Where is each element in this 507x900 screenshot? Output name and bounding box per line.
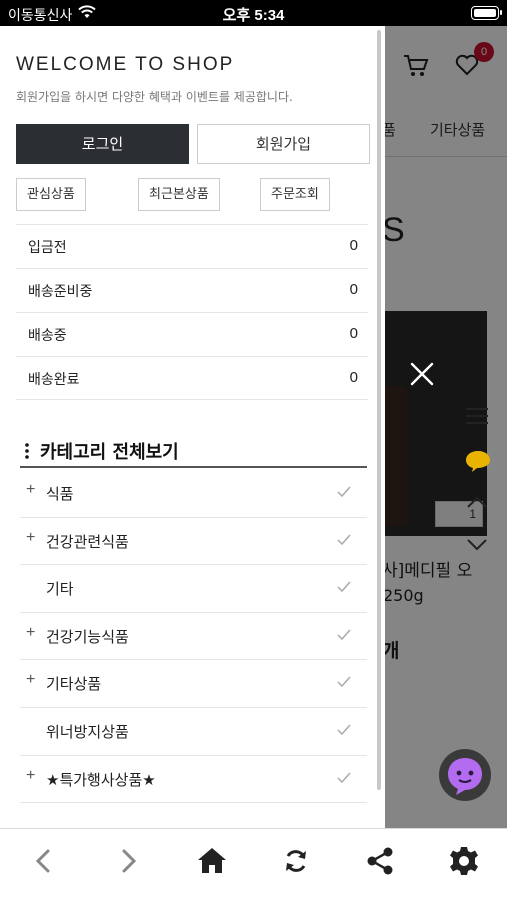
refresh-icon[interactable] — [280, 845, 312, 877]
order-status-count: 0 — [349, 325, 358, 342]
category-item[interactable]: + 건강기능식품 — [20, 613, 367, 661]
vertical-dots-icon — [25, 443, 29, 459]
order-status-label: 입금전 — [28, 240, 67, 256]
order-status-label: 배송완료 — [28, 372, 80, 388]
settings-icon[interactable] — [448, 845, 480, 877]
order-status-row[interactable]: 배송중 0 — [16, 312, 368, 356]
category-name: 위너방지상품 — [46, 722, 129, 741]
order-status-row[interactable]: 배송완료 0 — [16, 356, 368, 400]
order-status-row[interactable]: 배송준비중 0 — [16, 268, 368, 312]
close-icon[interactable] — [408, 360, 436, 388]
order-status-label: 배송준비중 — [28, 284, 93, 300]
wishlist-button[interactable]: 관심상품 — [16, 178, 86, 211]
check-icon — [337, 486, 351, 498]
chat-bot-icon — [448, 758, 482, 795]
order-status-count: 0 — [349, 237, 358, 254]
category-item[interactable]: + 식품 — [20, 470, 367, 518]
category-item[interactable]: 위너방지상품 — [20, 708, 367, 756]
category-header-label: 카테고리 전체보기 — [40, 442, 179, 463]
order-status-row[interactable]: 입금전 0 — [16, 224, 368, 268]
drawer-subtitle: 회원가입을 하시면 다양한 혜택과 이벤트를 제공합니다. — [16, 90, 293, 104]
order-status-count: 0 — [349, 281, 358, 298]
order-lookup-button[interactable]: 주문조회 — [260, 178, 330, 211]
check-icon — [337, 534, 351, 545]
check-icon — [337, 772, 351, 783]
category-item[interactable]: + ★특가행사상품★ — [20, 756, 367, 804]
expand-icon[interactable]: + — [26, 481, 35, 499]
expand-icon[interactable]: + — [26, 624, 35, 642]
category-item[interactable]: + 기타상품 — [20, 660, 367, 708]
category-name: ★특가행사상품★ — [46, 770, 156, 789]
recent-products-button[interactable]: 최근본상품 — [138, 178, 220, 211]
clock: 오후 5:34 — [222, 7, 285, 24]
bottom-toolbar — [0, 828, 507, 900]
check-icon — [337, 581, 351, 593]
category-list: + 식품 + 건강관련식품 기타 + 건강기능식품 + 기타상품 위너방지상품 — [20, 470, 367, 804]
expand-icon[interactable]: + — [26, 671, 35, 689]
scroll-up-icon[interactable] — [466, 495, 488, 509]
check-icon — [337, 676, 351, 688]
side-drawer: WELCOME TO SHOP 회원가입을 하시면 다양한 혜택과 이벤트를 제… — [0, 26, 385, 828]
category-item[interactable]: 기타 — [20, 565, 367, 613]
check-icon — [337, 724, 351, 736]
menu-icon[interactable] — [466, 407, 488, 425]
order-status-list: 입금전 0 배송준비중 0 배송중 0 배송완료 0 — [16, 224, 368, 400]
expand-icon[interactable]: + — [26, 767, 35, 785]
battery-icon — [471, 6, 502, 20]
expand-icon[interactable]: + — [26, 529, 35, 547]
category-name: 기타상품 — [46, 675, 102, 694]
category-name: 건강관련식품 — [46, 532, 129, 551]
category-header: 카테고리 전체보기 — [20, 436, 367, 468]
order-status-label: 배송중 — [28, 328, 67, 344]
scrollbar[interactable] — [377, 30, 381, 790]
category-name: 건강기능식품 — [46, 627, 129, 646]
forward-icon[interactable] — [112, 845, 144, 877]
drawer-title: WELCOME TO SHOP — [16, 54, 235, 75]
status-bar: 이동통신사 오후 5:34 — [0, 0, 507, 26]
category-name: 기타 — [46, 580, 74, 599]
login-button[interactable]: 로그인 — [16, 124, 189, 164]
back-icon[interactable] — [28, 845, 60, 877]
share-icon[interactable] — [364, 845, 396, 877]
dim-overlay[interactable] — [385, 26, 507, 828]
order-status-count: 0 — [349, 369, 358, 386]
home-icon[interactable] — [196, 845, 228, 877]
category-item[interactable]: + 건강관련식품 — [20, 518, 367, 566]
join-button[interactable]: 회원가입 — [197, 124, 370, 164]
talk-icon[interactable] — [466, 450, 490, 472]
check-icon — [337, 629, 351, 640]
scroll-down-icon[interactable] — [466, 538, 488, 552]
chat-button[interactable] — [439, 749, 491, 801]
category-name: 식품 — [46, 485, 74, 503]
